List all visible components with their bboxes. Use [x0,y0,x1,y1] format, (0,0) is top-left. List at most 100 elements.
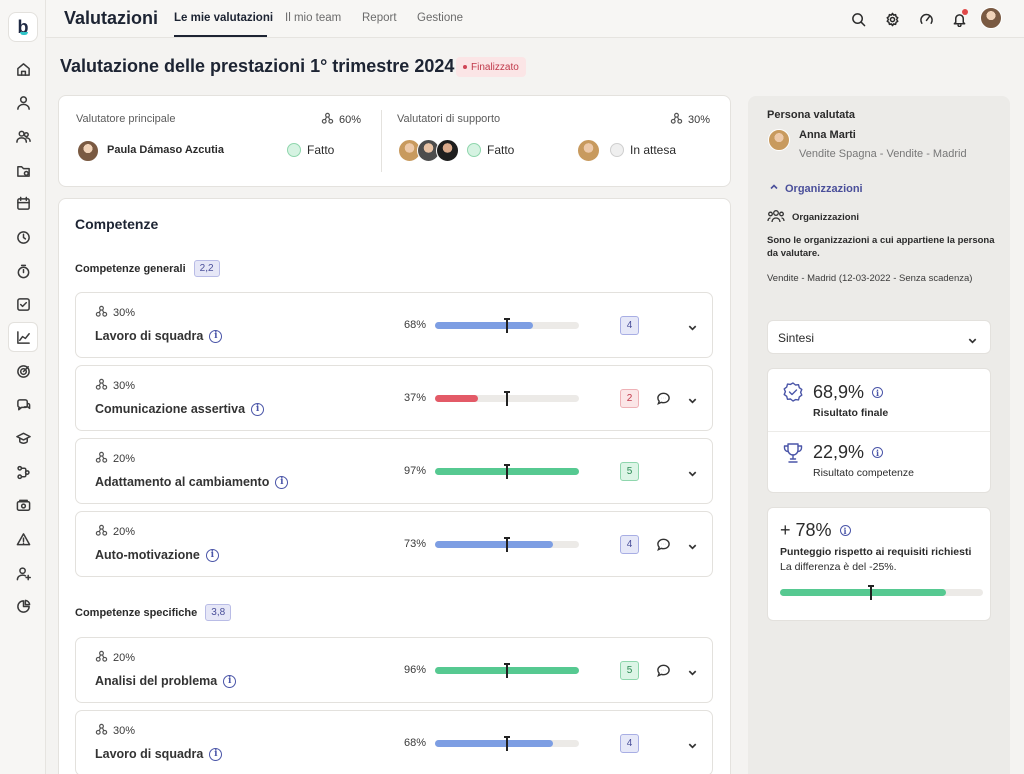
chevron-down-icon[interactable] [687,738,698,756]
bell-icon[interactable] [949,9,969,29]
competence-row[interactable]: 20% Adattamento al cambiamento i 97% 5 [75,438,713,504]
notification-dot [962,9,968,15]
competence-progress-bar [435,391,579,406]
target-marker [504,736,510,751]
target-marker [504,464,510,479]
competence-progress-bar [435,318,579,333]
info-icon[interactable]: i [872,387,884,398]
results-card: 68,9% i Risultato finale 22,9% i Risultato… [767,368,991,493]
clock-icon[interactable] [8,222,38,252]
chevron-down-icon[interactable] [687,539,698,557]
users-icon[interactable] [8,121,38,151]
competence-row[interactable]: 30% Comunicazione assertiva i 37% 2 [75,365,713,431]
info-icon[interactable]: i [275,475,289,489]
comment-icon[interactable] [656,391,671,411]
organizations-title: Organizzazioni [767,209,859,226]
competence-progress-fill [435,322,533,329]
comment-icon[interactable] [656,537,671,557]
money-icon[interactable] [8,490,38,520]
app-logo[interactable]: b [8,12,38,42]
summary-select[interactable]: Sintesi [767,320,991,354]
final-result-value: 68,9% i [813,382,884,403]
comment-icon[interactable] [656,663,671,683]
weight-icon [95,378,108,394]
competence-progress-bar [435,663,579,678]
organization-item: Vendite - Madrid (12-03-2022 - Senza sca… [767,273,973,284]
tab-report[interactable]: Report [362,12,397,24]
chat-icon[interactable] [8,390,38,420]
sidebar: b [0,0,46,774]
weight-icon [95,524,108,540]
divider [381,110,382,172]
target-icon[interactable] [8,356,38,386]
competence-score: 4 [620,734,639,753]
weight-icon [321,112,334,128]
organizations-description: Sono le organizzazioni a cui appartiene … [767,235,995,259]
competence-percentage: 73% [404,538,427,550]
weight-icon [95,650,108,666]
requirements-progress-fill [780,589,947,596]
competence-percentage: 96% [404,664,427,676]
competence-row[interactable]: 20% Analisi del problema i 96% 5 [75,637,713,703]
competence-row[interactable]: 30% Lavoro di squadra i 68% 4 [75,292,713,358]
add-user-icon[interactable] [8,558,38,588]
organizations-toggle[interactable]: Organizzazioni [769,182,863,195]
pie-chart-icon[interactable] [8,591,38,621]
competence-row[interactable]: 20% Auto-motivazione i 73% 4 [75,511,713,577]
user-avatar[interactable] [980,7,1002,34]
gear-icon[interactable] [882,9,902,29]
requirements-target-marker [868,585,874,600]
evaluated-person-name: Anna Marti [799,129,856,141]
competences-result-label: Risultato competenze [813,467,914,479]
requirements-difference: La differenza è del -25%. [780,561,897,573]
main-evaluator-weight: 60% [321,112,361,128]
support-evaluators-label: Valutatori di supporto [397,113,501,125]
workflow-icon[interactable] [8,457,38,487]
tab-my-team[interactable]: Il mio team [285,12,341,24]
weight-icon [670,112,683,128]
active-tab-indicator [174,35,267,37]
info-icon[interactable]: i [251,402,265,416]
search-icon[interactable] [848,9,868,29]
chevron-down-icon[interactable] [687,320,698,338]
info-icon[interactable]: i [209,329,223,343]
info-icon[interactable]: i [209,747,223,761]
info-icon[interactable]: i [205,548,219,562]
performance-chart-icon[interactable] [8,322,38,352]
info-icon[interactable]: i [872,447,884,458]
competence-score: 5 [620,661,639,680]
dashboard-gauge-icon[interactable] [916,9,936,29]
stopwatch-icon[interactable] [8,256,38,286]
chevron-down-icon[interactable] [687,466,698,484]
user-icon[interactable] [8,87,38,117]
graduation-icon[interactable] [8,423,38,453]
target-marker [504,318,510,333]
home-icon[interactable] [8,54,38,84]
tab-my-evaluations[interactable]: Le mie valutazioni [174,12,273,24]
calendar-icon[interactable] [8,188,38,218]
weight-icon [95,305,108,321]
chevron-down-icon[interactable] [687,393,698,411]
competence-row[interactable]: 30% Lavoro di squadra i 68% 4 [75,710,713,774]
weight-icon [95,451,108,467]
chevron-down-icon[interactable] [687,665,698,683]
checklist-icon[interactable] [8,289,38,319]
target-marker [504,391,510,406]
competences-result-value: 22,9% i [813,442,884,463]
folder-icon[interactable] [8,155,38,185]
support-status-done: Fatto [467,143,514,157]
evaluators-card: Valutatore principale 60% Paula Dámaso A… [58,95,731,187]
competence-percentage: 97% [404,465,427,477]
competence-percentage: 68% [404,737,427,749]
tab-management[interactable]: Gestione [417,12,463,24]
main-evaluator-status: Fatto [287,143,334,157]
competence-progress-fill [435,541,554,548]
warning-icon[interactable] [8,524,38,554]
info-icon[interactable]: i [839,525,851,536]
weight-icon [95,723,108,739]
main-evaluator-name: Paula Dámaso Azcutia [107,144,224,156]
competence-name: Comunicazione assertiva i [95,402,265,416]
competence-progress-bar [435,537,579,552]
requirements-progress-bar [780,585,983,600]
info-icon[interactable]: i [223,674,237,688]
